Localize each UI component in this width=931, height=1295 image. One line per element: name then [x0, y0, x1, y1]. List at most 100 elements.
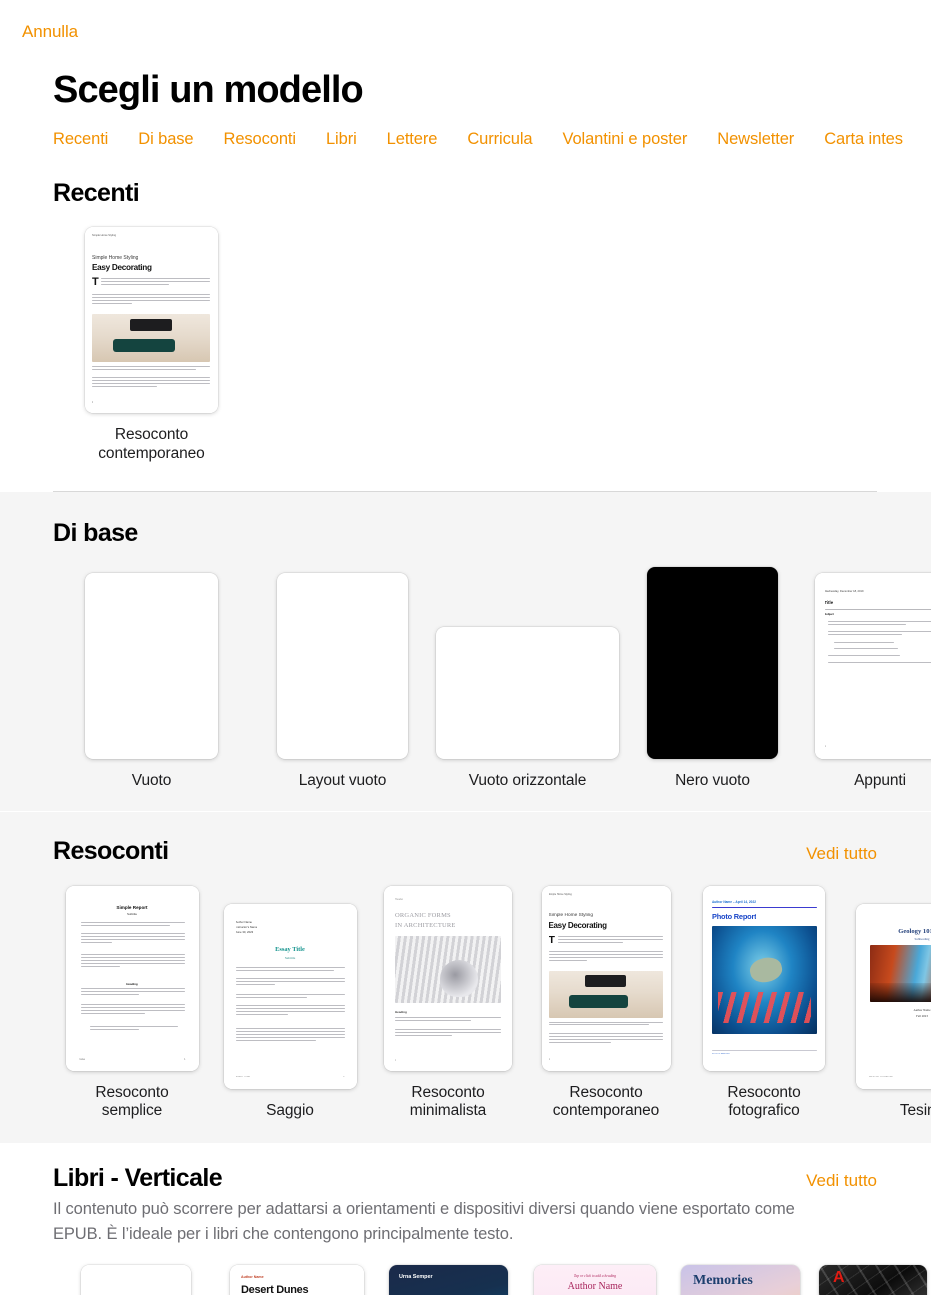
- template-thumbnail[interactable]: Wednesday, December 18, 2019 Title Subje…: [814, 573, 931, 759]
- thumb-paragraph: [101, 278, 210, 287]
- template-card-vuoto-orizzontale[interactable]: Vuoto orizzontale: [435, 627, 620, 791]
- template-card-resoconto-semplice[interactable]: Simple Report Subtitle Heading Footer 1 …: [53, 885, 211, 1121]
- cover-title-text: Urna Semper: [399, 1273, 433, 1280]
- tab-curricula[interactable]: Curricula: [467, 128, 532, 150]
- thumb-title-text: Easy Decorating: [548, 920, 607, 930]
- tab-libri[interactable]: Libri: [326, 128, 357, 150]
- template-thumbnail[interactable]: [277, 573, 408, 759]
- thumb-paragraph: [395, 1028, 501, 1038]
- thumb-subject-text: Subject: [824, 613, 834, 616]
- template-card-label: Resoconto semplice: [95, 1083, 169, 1120]
- template-thumbnail[interactable]: [436, 627, 619, 759]
- template-card-label: Layout vuoto: [298, 772, 387, 789]
- tab-resoconti[interactable]: Resoconti: [224, 128, 297, 150]
- cover-title-line-1: Memories: [693, 1272, 753, 1288]
- tab-carta-intestata[interactable]: Carta intes: [824, 128, 903, 150]
- template-thumbnail[interactable]: Tap or click to add a heading Author Nam…: [534, 1264, 656, 1295]
- section-libri-head: Libri - Verticale Vedi tutto: [0, 1163, 931, 1193]
- thumb-paragraph: [92, 294, 210, 306]
- section-recenti-title: Recenti: [53, 179, 140, 207]
- template-thumbnail[interactable]: Simple Report Subtitle Heading Footer 1: [65, 885, 199, 1071]
- template-thumbnail[interactable]: Author Name – April 14, 2022 Photo Repor…: [703, 885, 825, 1071]
- thumb-byline-text: Author Name – April 14, 2022: [712, 899, 756, 904]
- template-card-tesina[interactable]: Geology 101 Rep Subheading Author Name F…: [843, 904, 931, 1121]
- template-thumbnail[interactable]: [81, 1264, 191, 1295]
- cover-author-text: Author Name: [567, 1280, 623, 1292]
- template-card-urna-semper[interactable]: Urna Semper: [375, 1264, 522, 1295]
- thumb-photo: [869, 945, 931, 1002]
- template-thumbnail[interactable]: [647, 567, 778, 759]
- template-thumbnail[interactable]: Memories of a Traveler Author: [681, 1264, 800, 1295]
- top-bar: Annulla: [0, 0, 931, 60]
- see-all-resoconti-button[interactable]: Vedi tutto: [806, 843, 877, 865]
- template-thumbnail[interactable]: A SHATTER IN THE: [819, 1264, 927, 1295]
- tab-lettere[interactable]: Lettere: [387, 128, 438, 150]
- section-libri-verticale: Libri - Verticale Vedi tutto Il contenut…: [0, 1142, 931, 1295]
- thumb-eyebrow-text: Simple Home Styling: [548, 912, 594, 918]
- thumb-paragraph: [235, 994, 345, 1000]
- template-card-libro-vuoto[interactable]: [53, 1264, 219, 1295]
- template-thumbnail[interactable]: Simple Home Styling Simple Home Styling …: [85, 227, 218, 413]
- template-thumbnail[interactable]: Urna Semper: [389, 1264, 508, 1295]
- thumb-header-text: Header: [395, 897, 404, 901]
- section-resoconti: Resoconti Vedi tutto Simple Report Subti…: [0, 810, 931, 1143]
- template-card-desert-dunes[interactable]: Author Name Desert Dunes: [219, 1264, 375, 1295]
- cancel-button[interactable]: Annulla: [22, 22, 78, 42]
- thumb-bullet-list: [827, 621, 931, 627]
- thumb-footer-text: PHOTO REPORT: [712, 1052, 731, 1055]
- template-card-vuoto[interactable]: Vuoto: [53, 573, 250, 791]
- thumb-subtitle-text: Subtitle: [284, 956, 296, 960]
- template-thumbnail[interactable]: Geology 101 Rep Subheading Author Name F…: [855, 904, 931, 1089]
- thumb-bullet-list: [833, 642, 894, 645]
- thumb-paragraph: [548, 1032, 663, 1045]
- template-thumbnail[interactable]: [85, 573, 218, 759]
- thumb-bullet-list: [827, 655, 900, 658]
- template-thumbnail[interactable]: Author Name Desert Dunes: [230, 1264, 364, 1295]
- thumb-date-text: Wednesday, December 18, 2019: [824, 590, 864, 593]
- tab-recenti[interactable]: Recenti: [53, 128, 108, 150]
- template-card-resoconto-fotografico[interactable]: Author Name – April 14, 2022 Photo Repor…: [685, 885, 843, 1121]
- template-card-saggio[interactable]: Author Name Instructor's Name June 30, 2…: [211, 904, 369, 1121]
- template-card-resoconto-contemporaneo-recent[interactable]: Simple Home Styling Simple Home Styling …: [53, 227, 250, 463]
- template-thumbnail[interactable]: Simple Home Styling Simple Home Styling …: [541, 885, 671, 1071]
- template-card-resoconto-contemporaneo[interactable]: Simple Home Styling Simple Home Styling …: [527, 885, 685, 1121]
- thumb-paragraph: [548, 950, 663, 963]
- thumb-term-text: Fall 2023: [916, 1014, 928, 1018]
- thumb-title-text: Easy Decorating: [92, 263, 152, 272]
- thumb-page-number: 1: [184, 1057, 186, 1061]
- thumb-footer-text: ESSAY TITLE: [235, 1076, 250, 1078]
- thumb-bullet-list: [833, 648, 898, 651]
- thumb-caption-text: [92, 366, 210, 372]
- tab-newsletter[interactable]: Newsletter: [717, 128, 794, 150]
- template-card-layout-vuoto[interactable]: Layout vuoto: [250, 573, 435, 791]
- section-resoconti-head: Resoconti Vedi tutto: [0, 836, 931, 866]
- thumb-title-text: Simple Report: [116, 904, 148, 910]
- thumb-paragraph: [235, 967, 345, 973]
- template-card-nero-vuoto[interactable]: Nero vuoto: [620, 567, 805, 791]
- thumb-title-text: Title: [824, 600, 834, 605]
- section-recenti-row: Simple Home Styling Simple Home Styling …: [0, 208, 931, 463]
- section-libri-row: Author Name Desert Dunes Urna Semper Tap: [0, 1247, 931, 1295]
- section-resoconti-title: Resoconti: [53, 836, 169, 865]
- template-card-label: Tesina: [899, 1102, 931, 1119]
- template-card-label: Vuoto: [131, 772, 172, 789]
- thumb-paragraph: [235, 978, 345, 987]
- section-di-base-title: Di base: [53, 519, 138, 547]
- thumb-dropcap: T: [92, 277, 99, 288]
- tab-di-base[interactable]: Di base: [138, 128, 193, 150]
- template-card-resoconto-minimalista[interactable]: Header ORGANIC FORMS IN ARCHITECTURE Hea…: [369, 885, 527, 1121]
- see-all-libri-button[interactable]: Vedi tutto: [806, 1170, 877, 1192]
- template-card-memories-of-a-traveler[interactable]: Memories of a Traveler Author: [668, 1264, 813, 1295]
- template-thumbnail[interactable]: Header ORGANIC FORMS IN ARCHITECTURE Hea…: [384, 885, 512, 1071]
- template-card-eternal[interactable]: Tap or click to add a heading Author Nam…: [522, 1264, 668, 1295]
- thumb-page-number: 1: [395, 1058, 397, 1062]
- thumb-author-text: Author Name: [235, 920, 252, 924]
- thumb-header-text: Simple Home Styling: [548, 892, 572, 896]
- template-thumbnail[interactable]: Author Name Instructor's Name June 30, 2…: [223, 904, 357, 1089]
- section-recenti: Recenti Simple Home Styling Simple Home …: [0, 154, 931, 492]
- cover-author-text: Author Name: [241, 1274, 264, 1279]
- template-card-a-shatter-in-the[interactable]: A SHATTER IN THE: [813, 1264, 931, 1295]
- template-card-appunti[interactable]: Wednesday, December 18, 2019 Title Subje…: [805, 573, 931, 791]
- category-tab-bar[interactable]: Recenti Di base Resoconti Libri Lettere …: [0, 124, 931, 154]
- tab-volantini-e-poster[interactable]: Volantini e poster: [562, 128, 687, 150]
